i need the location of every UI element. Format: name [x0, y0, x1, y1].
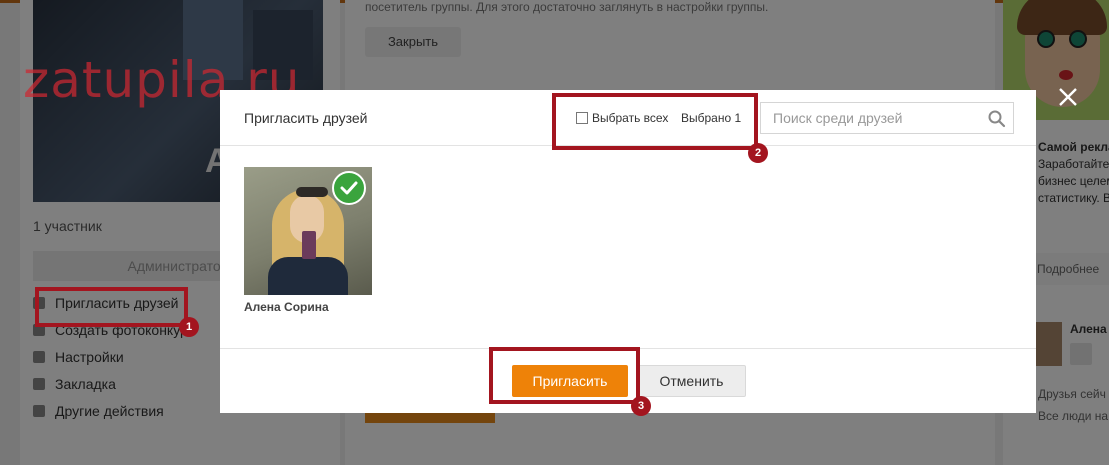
- close-icon[interactable]: [1057, 86, 1079, 108]
- step-number-1: 1: [179, 317, 199, 337]
- friend-name: Алена Сорина: [244, 300, 329, 314]
- search-icon[interactable]: [987, 109, 1007, 129]
- step-number-2: 2: [748, 143, 768, 163]
- highlight-box-2: [552, 93, 758, 150]
- friend-search: [760, 102, 1014, 134]
- cancel-button[interactable]: Отменить: [637, 365, 746, 397]
- friend-photo[interactable]: [244, 167, 372, 295]
- friend-card[interactable]: Алена Сорина: [244, 167, 372, 314]
- step-number-3: 3: [631, 396, 651, 416]
- search-input[interactable]: [761, 103, 981, 133]
- checkmark-icon[interactable]: [332, 171, 366, 205]
- highlight-box-1: [35, 287, 188, 327]
- highlight-box-3: [489, 347, 640, 404]
- dialog-title: Пригласить друзей: [244, 110, 368, 126]
